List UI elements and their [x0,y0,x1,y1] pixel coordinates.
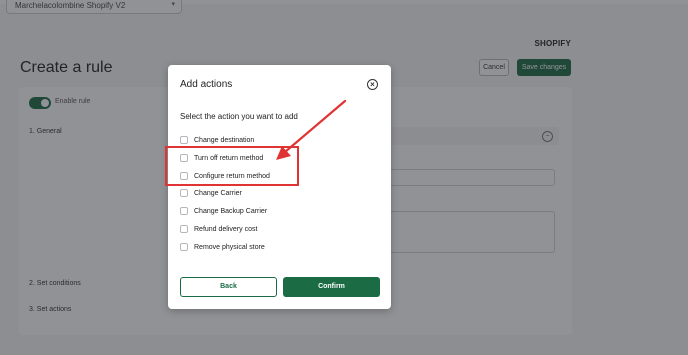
annotation-arrow [276,99,347,160]
